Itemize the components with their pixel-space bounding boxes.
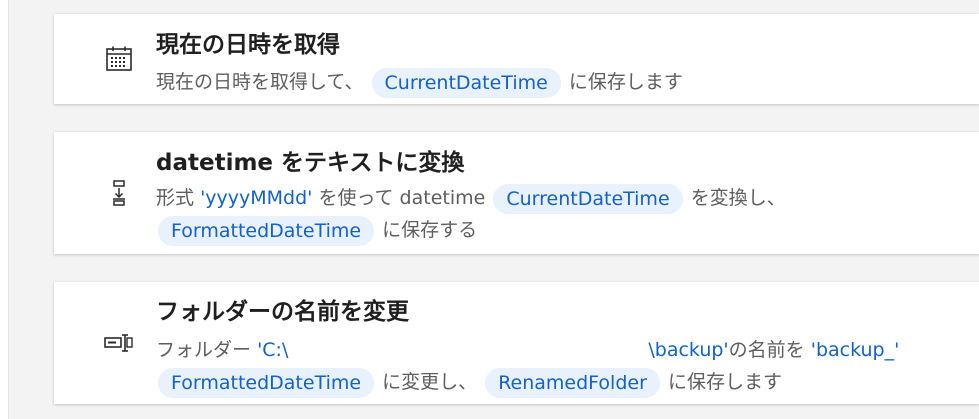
variable-chip-current-datetime[interactable]: CurrentDateTime bbox=[371, 67, 561, 98]
description-text: に変更し、 bbox=[382, 371, 478, 393]
new-name-value: 'backup_' bbox=[810, 339, 900, 361]
description-text: を変換し、 bbox=[690, 187, 786, 209]
description-text: フォルダー bbox=[156, 339, 252, 361]
left-rail bbox=[0, 0, 9, 419]
action-description: 形式 'yyyyMMdd' を使って datetime CurrentDateT… bbox=[156, 182, 963, 246]
action-card-get-datetime[interactable]: 現在の日時を取得 現在の日時を取得して、 CurrentDateTime に保存… bbox=[54, 14, 979, 104]
description-text: を使って datetime bbox=[318, 187, 486, 209]
variable-chip-current-datetime[interactable]: CurrentDateTime bbox=[493, 183, 683, 214]
action-description: 現在の日時を取得して、 CurrentDateTime に保存します bbox=[156, 66, 963, 98]
action-title: フォルダーの名前を変更 bbox=[156, 299, 409, 325]
folder-path-value: 'C:\ bbox=[257, 339, 289, 361]
folder-path-value-end: \backup' bbox=[648, 339, 729, 361]
description-text: 形式 bbox=[156, 187, 195, 209]
description-text: 現在の日時を取得して、 bbox=[156, 71, 364, 93]
text-convert-icon bbox=[102, 176, 136, 210]
redacted-path-segment bbox=[288, 344, 648, 358]
rename-folder-icon bbox=[102, 326, 136, 360]
action-description: フォルダー 'C:\ \backup'の名前を 'backup_' Formatt… bbox=[156, 334, 963, 398]
description-text: に保存します bbox=[667, 371, 782, 393]
description-text: に保存します bbox=[568, 71, 683, 93]
variable-chip-renamed-folder[interactable]: RenamedFolder bbox=[485, 367, 660, 398]
description-text: に保存する bbox=[382, 219, 478, 241]
variable-chip-formatted-datetime[interactable]: FormattedDateTime bbox=[158, 367, 375, 398]
action-list: 現在の日時を取得 現在の日時を取得して、 CurrentDateTime に保存… bbox=[54, 0, 979, 419]
action-card-rename-folder[interactable]: フォルダーの名前を変更 フォルダー 'C:\ \backup'の名前を 'back… bbox=[54, 282, 979, 404]
action-title: datetime をテキストに変換 bbox=[156, 150, 465, 176]
calendar-icon bbox=[102, 42, 136, 76]
format-value: 'yyyyMMdd' bbox=[200, 187, 313, 209]
description-text: の名前を bbox=[728, 339, 805, 361]
action-card-convert-datetime[interactable]: datetime をテキストに変換 形式 'yyyyMMdd' を使って dat… bbox=[54, 132, 979, 254]
variable-chip-formatted-datetime[interactable]: FormattedDateTime bbox=[158, 215, 375, 246]
action-title: 現在の日時を取得 bbox=[156, 32, 340, 58]
